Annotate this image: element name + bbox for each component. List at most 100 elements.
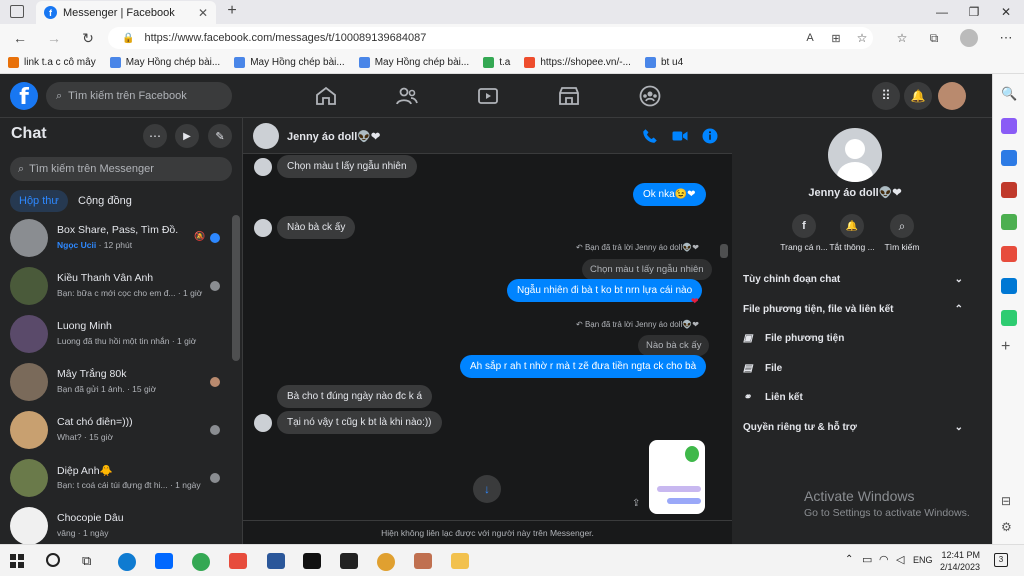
home-icon[interactable] xyxy=(314,84,338,108)
word-icon[interactable] xyxy=(267,553,285,569)
wifi-icon[interactable]: ◠ xyxy=(879,553,889,566)
search-icon[interactable] xyxy=(46,553,60,567)
bookmark-item[interactable]: https://shopee.vn/-... xyxy=(524,57,631,68)
contact-avatar[interactable] xyxy=(253,123,279,149)
bookmark-item[interactable]: May Hồng chép bài... xyxy=(358,57,469,68)
volume-icon[interactable]: ◁ xyxy=(896,553,904,566)
clock[interactable]: 12:41 PM 2/14/2023 xyxy=(936,549,980,573)
collections-icon[interactable]: ⧉ xyxy=(924,28,944,48)
contact-name[interactable]: Jenny áo doll👽❤ xyxy=(287,130,380,143)
shopping-icon[interactable] xyxy=(1001,150,1017,166)
account-avatar[interactable] xyxy=(938,82,966,110)
marketplace-icon[interactable] xyxy=(557,84,581,108)
close-tab-icon[interactable]: ✕ xyxy=(198,6,208,20)
profile-icon[interactable] xyxy=(960,29,978,47)
tab-inbox[interactable]: Hộp thư xyxy=(10,190,68,212)
app-icon[interactable] xyxy=(229,553,247,569)
message-incoming[interactable]: Nào bà ck ấy xyxy=(277,216,356,239)
image-attachment[interactable] xyxy=(649,440,705,514)
conversation-scrollbar[interactable] xyxy=(720,244,728,258)
url-input[interactable]: 🔒 https://www.facebook.com/messages/t/10… xyxy=(108,27,873,49)
new-video-call-icon[interactable]: ▶ xyxy=(175,124,199,148)
bookmark-item[interactable]: link t.a c cô mây xyxy=(8,57,96,68)
tab-community[interactable]: Cộng đồng xyxy=(78,190,132,212)
chrome-icon[interactable] xyxy=(192,553,210,571)
share-icon[interactable]: ⇪ xyxy=(632,498,640,509)
office-icon[interactable] xyxy=(1001,246,1017,262)
search-action[interactable]: ⌕ Tìm kiếm xyxy=(872,214,932,252)
messenger-search-input[interactable]: ⌕ Tìm kiếm trên Messenger xyxy=(10,157,232,181)
scroll-down-button[interactable]: ↓ xyxy=(473,475,501,503)
reply-quote[interactable]: Chọn màu t lấy ngẫu nhiên xyxy=(582,259,712,280)
refresh-icon[interactable]: ↻ xyxy=(78,28,98,48)
zalo-icon[interactable] xyxy=(155,553,173,569)
conversation-item[interactable]: Box Share, Pass, Tìm Đồ. Ngọc Ucii · 12 p… xyxy=(6,216,228,264)
media-section[interactable]: File phương tiện, file và liên kết ⌃ xyxy=(743,304,963,315)
add-sidebar-icon[interactable]: + xyxy=(1001,338,1010,356)
conversation-item[interactable]: Kiều Thanh Vân Anh Bạn: bữa c mới cọc cho… xyxy=(6,264,228,312)
chat-list-scrollbar[interactable] xyxy=(232,215,240,361)
watch-icon[interactable] xyxy=(476,84,500,108)
tiktok-icon[interactable] xyxy=(303,553,321,569)
forward-icon[interactable]: → xyxy=(44,28,64,48)
heart-reaction[interactable]: ❤ xyxy=(691,296,699,307)
media-item[interactable]: ▣ File phương tiện xyxy=(743,333,844,344)
conversation-item[interactable]: Chocopie Dâu vâng · 1 ngày xyxy=(6,504,228,544)
favorite-star-icon[interactable]: ☆ xyxy=(852,28,872,48)
voice-call-icon[interactable] xyxy=(641,127,659,145)
discover-icon[interactable] xyxy=(1001,118,1017,134)
capcut-icon[interactable] xyxy=(340,553,358,569)
more-options-icon[interactable]: ⋯ xyxy=(996,28,1016,48)
message-incoming[interactable]: Chọn màu t lấy ngẫu nhiên xyxy=(277,155,417,178)
privacy-section[interactable]: Quyền riêng tư & hỗ trợ ⌄ xyxy=(743,422,963,433)
links-item[interactable]: ⚭ Liên kết xyxy=(743,392,803,403)
games-icon[interactable] xyxy=(1001,214,1017,230)
photo-app-icon[interactable] xyxy=(414,553,432,569)
bookmark-item[interactable]: May Hồng chép bài... xyxy=(234,57,345,68)
message-outgoing[interactable]: Ah sắp r ah t nhờ r mà t zẽ đưa tiền ngt… xyxy=(460,355,707,378)
new-message-icon[interactable]: ✎ xyxy=(208,124,232,148)
edge-icon[interactable] xyxy=(118,553,136,571)
search-icon[interactable]: 🔍 xyxy=(1001,86,1017,102)
close-window-icon[interactable]: ✕ xyxy=(990,0,1022,24)
minimize-icon[interactable]: — xyxy=(926,0,958,24)
chevron-up-icon[interactable]: ⌃ xyxy=(845,554,853,565)
settings-icon[interactable]: ⚙ xyxy=(1001,520,1012,534)
notification-icon[interactable]: 3 xyxy=(994,553,1008,567)
read-aloud-icon[interactable]: A xyxy=(800,28,820,48)
files-item[interactable]: ▤ File xyxy=(743,363,782,374)
drop-icon[interactable] xyxy=(1001,310,1017,326)
message-incoming[interactable]: Bà cho t đúng ngày nào đc k á xyxy=(277,385,433,408)
apps-icon[interactable]: ⊞ xyxy=(826,28,846,48)
video-call-icon[interactable] xyxy=(671,127,689,145)
bookmark-item[interactable]: bt u4 xyxy=(644,57,683,68)
favorites-icon[interactable]: ☆ xyxy=(892,28,912,48)
menu-grid-icon[interactable]: ⠿ xyxy=(872,82,900,110)
notifications-icon[interactable]: 🔔 xyxy=(904,82,932,110)
back-icon[interactable]: ← xyxy=(10,28,30,48)
language-indicator[interactable]: ENG xyxy=(913,555,933,565)
facebook-logo-icon[interactable]: f xyxy=(10,82,38,110)
restore-icon[interactable]: ❐ xyxy=(958,0,990,24)
conversation-item[interactable]: Mây Trắng 80k Bạn đã gửi 1 ảnh. · 15 giờ xyxy=(6,360,228,408)
message-incoming[interactable]: Tại nó vậy t cũg k bt là khi nào:)) xyxy=(277,411,442,434)
more-options-icon[interactable]: ⋯ xyxy=(143,124,167,148)
hide-sidebar-icon[interactable]: ⊟ xyxy=(1001,494,1011,508)
tray-icon[interactable]: ▭ xyxy=(862,553,872,566)
tools-icon[interactable] xyxy=(1001,182,1017,198)
customize-section[interactable]: Tùy chỉnh đoạn chat ⌄ xyxy=(743,274,963,285)
message-outgoing[interactable]: Ngẫu nhiên đi bà t ko bt nrn lựa cái nào xyxy=(507,279,703,302)
conversation-item[interactable]: Cat chó điên=))) What? · 15 giờ xyxy=(6,408,228,456)
contact-avatar-large[interactable] xyxy=(828,128,882,182)
friends-icon[interactable] xyxy=(395,84,419,108)
file-explorer-icon[interactable] xyxy=(451,553,469,569)
paint-icon[interactable] xyxy=(377,553,395,571)
bookmark-item[interactable]: May Hồng chép bài... xyxy=(109,57,220,68)
conversation-info-icon[interactable] xyxy=(701,127,719,145)
tab-actions-icon[interactable] xyxy=(10,5,24,18)
message-outgoing[interactable]: Ok nka😉❤ xyxy=(633,183,706,206)
conversation-item[interactable]: Diệp Anh🐥 Bạn: t coá cái túi đựng đt hi..… xyxy=(6,456,228,504)
browser-tab[interactable]: f Messenger | Facebook ✕ xyxy=(36,1,216,24)
new-tab-icon[interactable]: + xyxy=(222,2,242,22)
windows-start-icon[interactable] xyxy=(10,554,24,568)
